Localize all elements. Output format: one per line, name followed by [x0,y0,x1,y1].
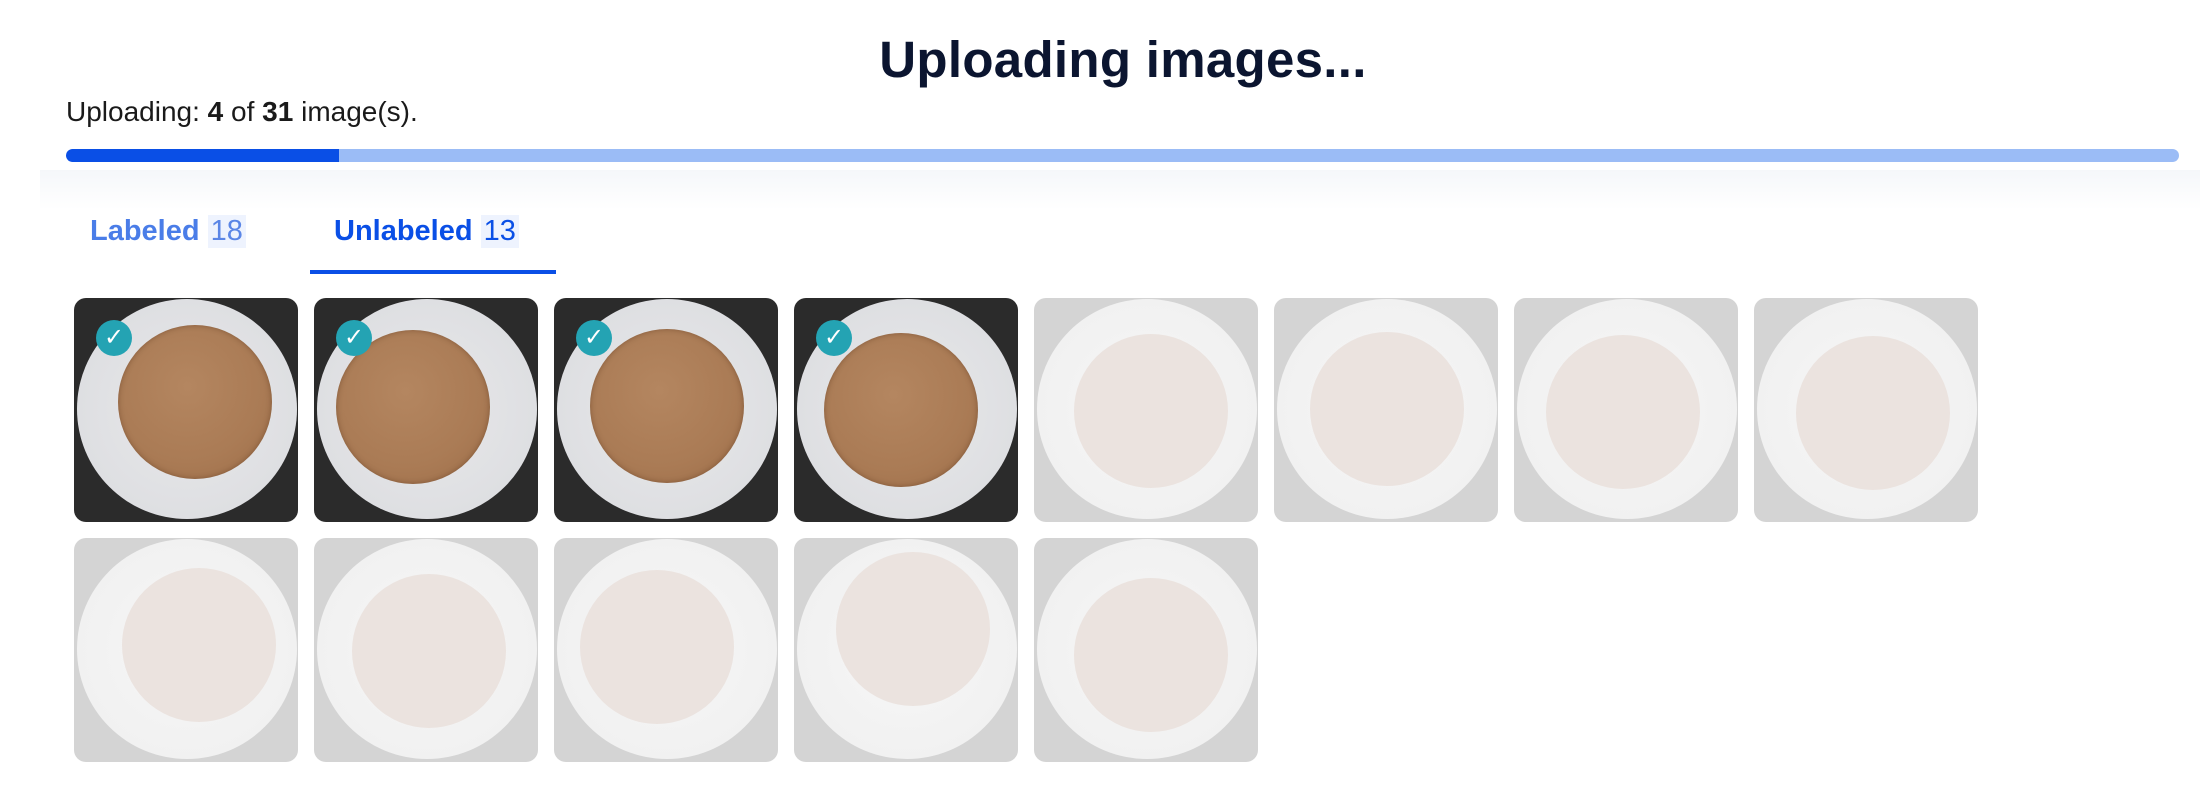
sample-dish [122,568,276,722]
sample-dish [590,329,744,483]
image-thumbnail[interactable] [1034,538,1258,762]
sample-dish [836,552,990,706]
sample-dish [1074,578,1228,732]
image-grid: ✓ ✓ ✓ ✓ [74,298,2024,762]
total-count: 31 [262,96,294,127]
sample-dish [118,325,272,479]
upload-progress-bar [66,149,2179,162]
page-title: Uploading images... [879,31,1367,88]
status-prefix: Uploading: [66,96,200,127]
upload-status-text: Uploading: 4 of 31 image(s). [66,96,418,128]
sample-dish [352,574,506,728]
tab-unlabeled-count: 13 [480,214,519,248]
image-thumbnail[interactable] [1754,298,1978,522]
sample-dish [580,570,734,724]
image-thumbnail[interactable]: ✓ [554,298,778,522]
sample-dish [1796,336,1950,490]
image-thumbnail[interactable] [74,538,298,762]
tab-labeled-count: 18 [207,214,246,248]
check-circle-icon: ✓ [576,320,612,356]
tab-unlabeled-label: Unlabeled [334,214,473,247]
tab-labeled[interactable]: Labeled 18 [66,192,310,274]
status-suffix: image(s). [301,96,418,127]
status-of-word: of [231,96,255,127]
image-thumbnail[interactable] [1034,298,1258,522]
image-thumbnail[interactable] [314,538,538,762]
image-thumbnail[interactable] [1274,298,1498,522]
sample-dish [824,333,978,487]
check-circle-icon: ✓ [816,320,852,356]
upload-page: Uploading images... Uploading: 4 of 31 i… [0,0,2206,810]
image-thumbnail[interactable]: ✓ [74,298,298,522]
upload-progress-fill [66,149,339,162]
sample-dish [1546,335,1700,489]
image-thumbnail[interactable]: ✓ [794,298,1018,522]
image-tabs: Labeled 18 Unlabeled 13 [66,192,556,274]
uploaded-count: 4 [207,96,224,127]
check-circle-icon: ✓ [336,320,372,356]
image-thumbnail[interactable] [554,538,778,762]
image-thumbnail[interactable] [1514,298,1738,522]
tab-labeled-label: Labeled [90,214,200,247]
sample-dish [1310,332,1464,486]
image-thumbnail[interactable]: ✓ [314,298,538,522]
check-circle-icon: ✓ [96,320,132,356]
image-thumbnail[interactable] [794,538,1018,762]
sample-dish [1074,334,1228,488]
tab-unlabeled[interactable]: Unlabeled 13 [310,192,556,274]
